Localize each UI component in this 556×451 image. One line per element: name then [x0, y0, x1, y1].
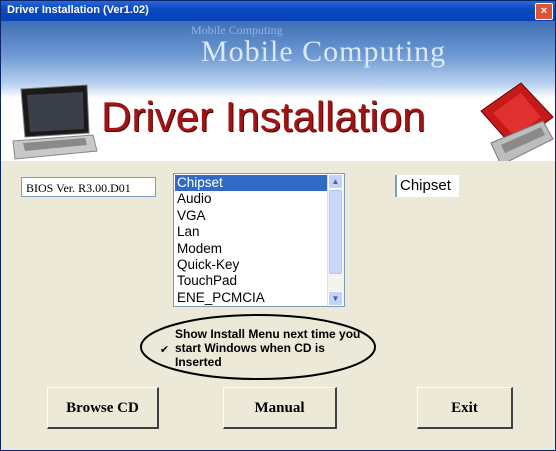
list-item[interactable]: TouchPad	[175, 273, 329, 289]
list-item[interactable]: Lan	[175, 224, 329, 240]
browse-cd-button[interactable]: Browse CD	[47, 387, 159, 429]
red-laptop-icon	[480, 82, 554, 161]
exit-button[interactable]: Exit	[417, 387, 513, 429]
selected-driver-label: Chipset	[395, 175, 459, 197]
scroll-thumb[interactable]	[329, 190, 342, 274]
show-menu-label: Show Install Menu next time you start Wi…	[175, 327, 361, 369]
close-icon[interactable]: ×	[535, 3, 553, 20]
header-banner: Mobile Computing Mobile Computing Driver…	[1, 21, 555, 161]
banner-brand: Mobile Computing	[201, 35, 447, 68]
driver-listbox[interactable]: Chipset Audio VGA Lan Modem Quick-Key TouchPad…	[173, 173, 345, 307]
list-item[interactable]: Modem	[175, 241, 329, 257]
driver-installation-window: Driver Installation (Ver1.02) × Mobile C…	[0, 0, 556, 451]
laptop-icon	[12, 84, 98, 160]
scroll-down-icon[interactable]: ▼	[328, 291, 343, 306]
list-item[interactable]: ENE_PCMCIA	[175, 290, 329, 306]
list-item[interactable]: Quick-Key	[175, 257, 329, 273]
list-item[interactable]: Chipset	[175, 175, 329, 192]
window-title: Driver Installation (Ver1.02)	[7, 4, 149, 16]
banner-title: Driver Installation	[101, 93, 426, 140]
manual-button[interactable]: Manual	[223, 387, 337, 429]
show-menu-checkbox[interactable]: ✔	[159, 345, 170, 356]
title-bar[interactable]: Driver Installation (Ver1.02) ×	[1, 1, 555, 21]
bios-version-field: BIOS Ver. R3.00.D01	[21, 177, 156, 197]
scroll-up-icon[interactable]: ▲	[328, 174, 343, 189]
listbox-scrollbar[interactable]: ▲ ▼	[327, 174, 344, 306]
list-item[interactable]: VGA	[175, 208, 329, 224]
driver-list: Chipset Audio VGA Lan Modem Quick-Key TouchPad…	[175, 175, 329, 306]
main-content: BIOS Ver. R3.00.D01 Chipset Audio VGA Lan Mo…	[1, 161, 555, 450]
list-item[interactable]: Audio	[175, 191, 329, 207]
